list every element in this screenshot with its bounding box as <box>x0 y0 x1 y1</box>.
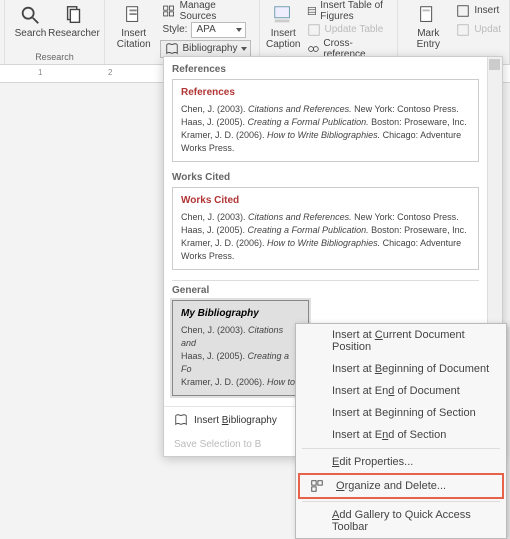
gallery-item-references[interactable]: References Chen, J. (2003). Citations an… <box>172 79 479 162</box>
my-bibliography-line: Kramer, J. D. (2006). How to <box>181 376 300 389</box>
ctx-organize-delete[interactable]: Organize and Delete... <box>298 473 504 499</box>
ctx-insert-end-doc[interactable]: Insert at End of Document <box>296 380 506 402</box>
references-title: References <box>181 86 470 99</box>
references-line: Chen, J. (2003). Citations and Reference… <box>181 103 470 116</box>
works-cited-title: Works Cited <box>181 194 470 207</box>
book-icon <box>174 413 188 427</box>
manage-sources-label: Manage Sources <box>180 0 251 22</box>
search-label: Search <box>15 28 47 39</box>
works-cited-line: Kramer, J. D. (2006). How to Write Bibli… <box>181 237 470 263</box>
ctx-edit-properties[interactable]: Edit Properties... <box>296 451 506 473</box>
separator <box>302 448 500 449</box>
works-cited-line: Chen, J. (2003). Citations and Reference… <box>181 211 470 224</box>
insert-index-button[interactable]: Insert <box>454 2 503 19</box>
cross-reference-button[interactable]: Cross-reference <box>305 40 392 57</box>
ctx-insert-current[interactable]: Insert at Current Document Position <box>296 324 506 358</box>
organize-icon <box>310 479 324 493</box>
manage-sources-icon <box>162 4 175 18</box>
insert-citation-label: Insert Citation <box>117 28 151 50</box>
references-line: Kramer, J. D. (2006). How to Write Bibli… <box>181 129 470 155</box>
gallery-item-works-cited[interactable]: Works Cited Chen, J. (2003). Citations a… <box>172 187 479 270</box>
style-row: Style: APA <box>160 21 253 38</box>
search-button[interactable]: Search <box>11 2 50 39</box>
ctx-insert-begin-doc[interactable]: Insert at Beginning of Document <box>296 358 506 380</box>
insert-caption-label: Insert Caption <box>266 28 300 50</box>
caption-icon <box>272 4 294 26</box>
ctx-add-gallery-qat[interactable]: Add Gallery to Quick Access Toolbar <box>296 504 506 538</box>
update-table-button[interactable]: Update Table <box>305 21 392 38</box>
bibliography-label: Bibliography <box>182 43 237 54</box>
researcher-icon <box>63 4 85 26</box>
insert-table-figures-label: Insert Table of Figures <box>320 0 389 22</box>
update-index-label: Updat <box>474 24 501 35</box>
separator <box>302 501 500 502</box>
insert-index-icon <box>456 4 470 18</box>
style-select[interactable]: APA <box>191 22 246 38</box>
ctx-insert-begin-section[interactable]: Insert at Beginning of Section <box>296 402 506 424</box>
group-research: Search Researcher Research <box>5 0 105 64</box>
scroll-up-icon[interactable] <box>489 59 500 70</box>
my-bibliography-title: My Bibliography <box>181 307 300 320</box>
section-label-general: General <box>172 280 479 296</box>
style-label: Style: <box>162 24 187 35</box>
context-menu: Insert at Current Document Position Inse… <box>295 323 507 539</box>
group-research-label: Research <box>5 51 104 64</box>
ctx-insert-end-section[interactable]: Insert at End of Section <box>296 424 506 446</box>
works-cited-line: Haas, J. (2005). Creating a Formal Publi… <box>181 224 470 237</box>
researcher-label: Researcher <box>48 28 100 39</box>
group-index: Mark Entry Insert Updat <box>398 0 510 64</box>
insert-citation-button[interactable]: Insert Citation <box>111 2 157 50</box>
manage-sources-button[interactable]: Manage Sources <box>160 2 253 19</box>
save-selection-label: Save Selection to B <box>174 439 261 450</box>
insert-bibliography-label: Insert Bibliography <box>194 415 277 426</box>
mark-entry-label: Mark Entry <box>417 28 440 50</box>
insert-citation-icon <box>123 4 145 26</box>
search-icon <box>19 4 41 26</box>
references-line: Haas, J. (2005). Creating a Formal Publi… <box>181 116 470 129</box>
my-bibliography-line: Chen, J. (2003). Citations and <box>181 324 300 350</box>
insert-index-label: Insert <box>474 5 499 16</box>
ruler-mark-2: 2 <box>108 68 112 77</box>
ruler-mark-1: 1 <box>38 68 42 77</box>
section-label-works-cited: Works Cited <box>172 172 479 183</box>
book-icon <box>165 42 179 56</box>
update-index-button[interactable]: Updat <box>454 21 503 38</box>
gallery-item-my-bibliography[interactable]: My Bibliography Chen, J. (2003). Citatio… <box>172 300 309 396</box>
group-captions: Insert Caption Insert Table of Figures U… <box>260 0 398 64</box>
update-table-label: Update Table <box>325 24 384 35</box>
mark-entry-button[interactable]: Mark Entry <box>404 2 452 50</box>
insert-caption-button[interactable]: Insert Caption <box>266 2 301 50</box>
update-index-icon <box>456 23 470 37</box>
insert-table-figures-button[interactable]: Insert Table of Figures <box>305 2 392 19</box>
bibliography-dropdown[interactable]: Bibliography <box>160 40 250 58</box>
my-bibliography-line: Haas, J. (2005). Creating a Fo <box>181 350 300 376</box>
mark-entry-icon <box>417 4 439 26</box>
researcher-button[interactable]: Researcher <box>50 2 98 39</box>
table-figures-icon <box>307 4 317 18</box>
cross-ref-icon <box>307 42 320 56</box>
update-table-icon <box>307 23 321 37</box>
section-label-references: References <box>172 64 479 75</box>
group-citations: Insert Citation Manage Sources Style: AP… <box>105 0 260 64</box>
